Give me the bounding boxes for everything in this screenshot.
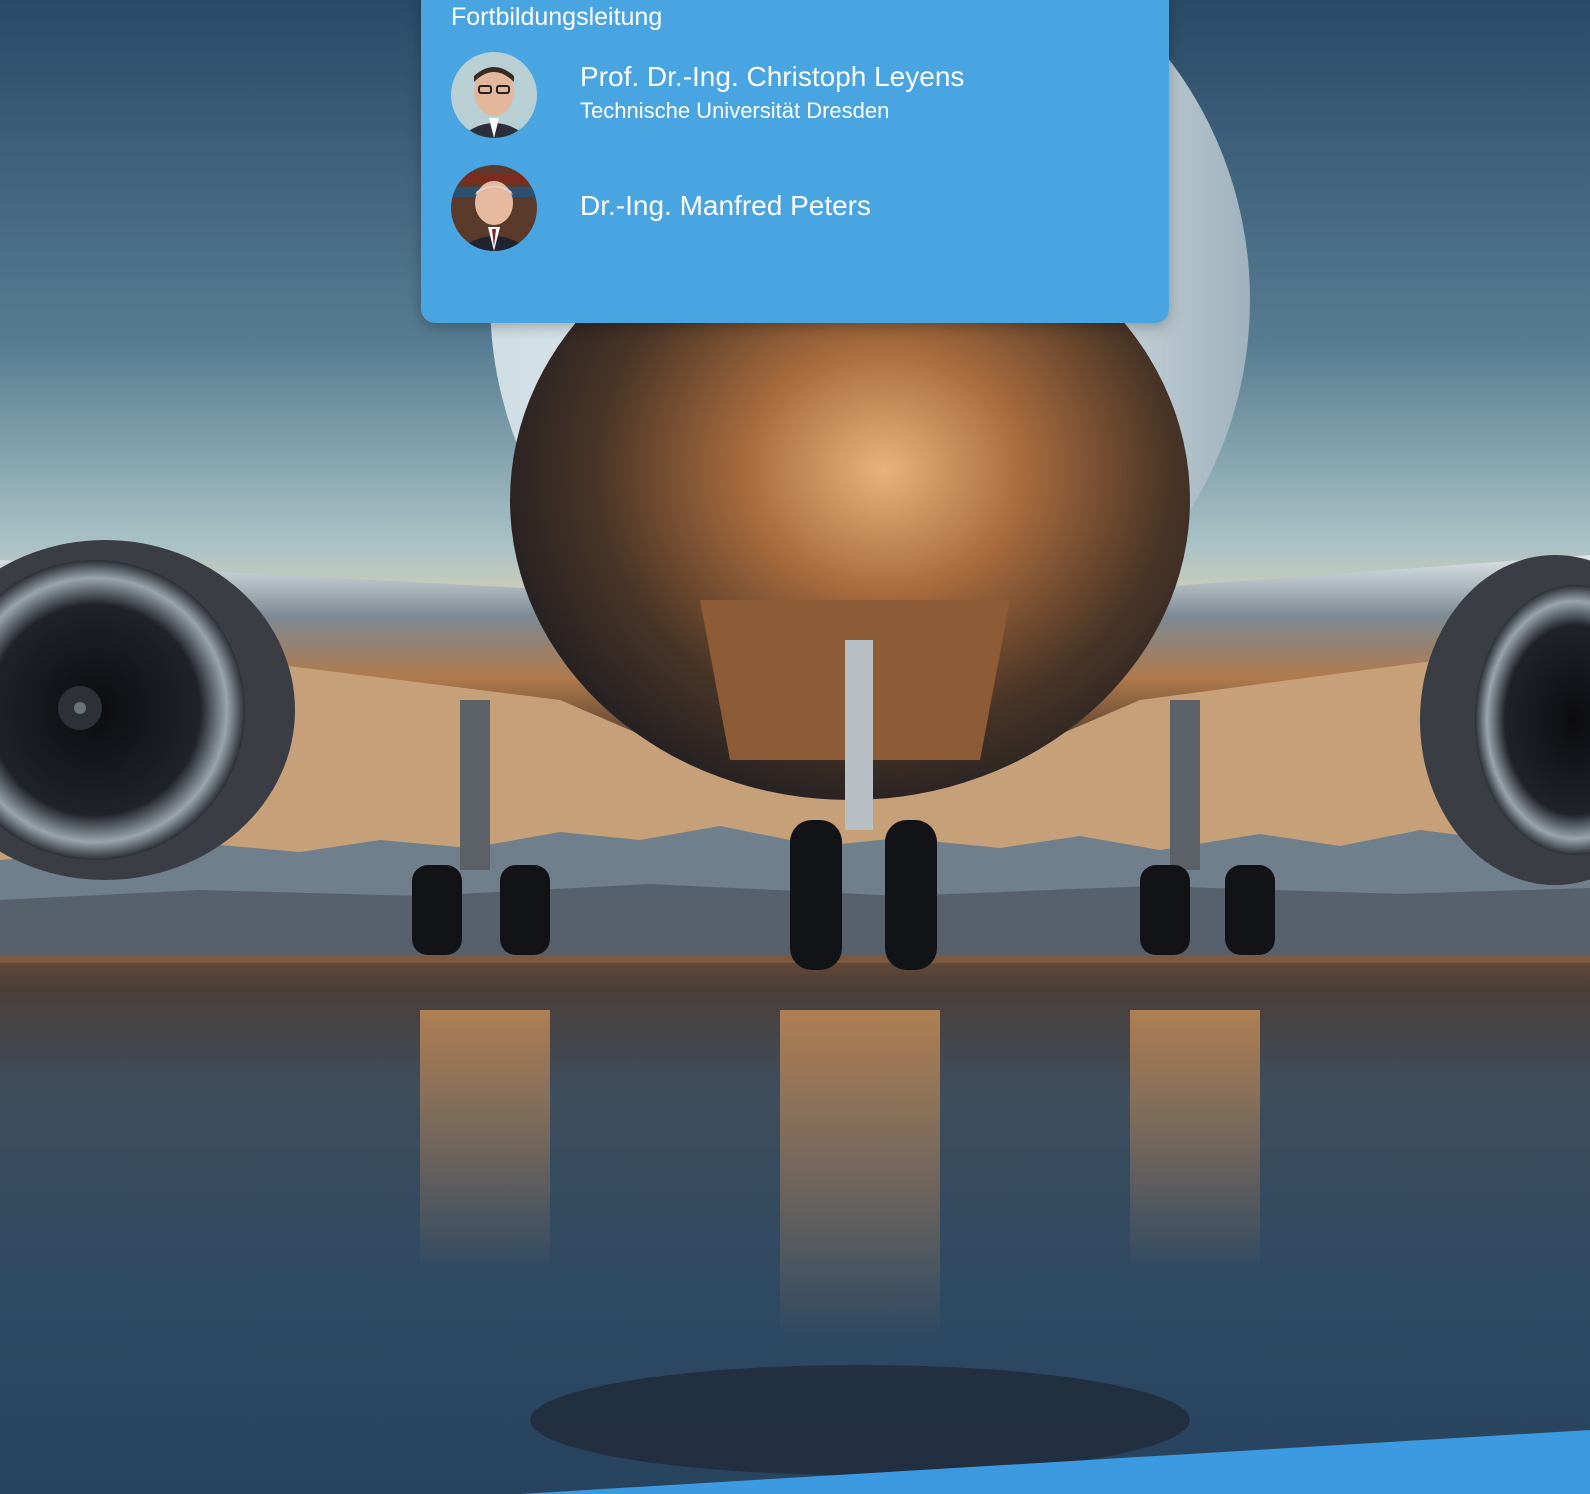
card-heading: Fortbildungsleitung <box>451 3 663 31</box>
person-portrait-icon <box>451 165 537 251</box>
person-name: Dr.-Ing. Manfred Peters <box>580 190 872 221</box>
person-name: Prof. Dr.-Ing. Christoph Leyens <box>580 61 965 92</box>
person-entry: Dr.-Ing. Manfred Peters <box>451 165 1151 251</box>
person-portrait-icon <box>451 52 537 138</box>
person-entry: Prof. Dr.-Ing. Christoph Leyens Technisc… <box>451 52 1151 138</box>
course-leadership-card: Fortbildungsleitung Prof. Dr.-Ing. Chris… <box>421 0 1169 323</box>
person-affiliation: Technische Universität Dresden <box>580 98 890 123</box>
